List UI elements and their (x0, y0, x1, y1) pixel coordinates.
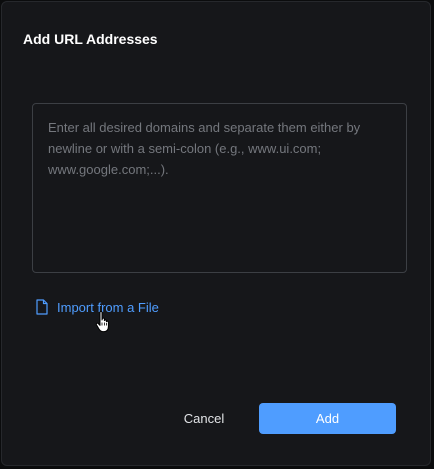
dialog-title: Add URL Addresses (23, 31, 158, 47)
url-addresses-textarea[interactable] (33, 104, 406, 272)
file-icon (36, 299, 48, 315)
hand-pointer-icon (95, 310, 113, 334)
cancel-button[interactable]: Cancel (172, 403, 236, 434)
add-button[interactable]: Add (259, 403, 396, 434)
url-addresses-textarea-container (32, 103, 407, 273)
add-url-addresses-dialog: Add URL Addresses Import from a File Can… (1, 1, 431, 466)
